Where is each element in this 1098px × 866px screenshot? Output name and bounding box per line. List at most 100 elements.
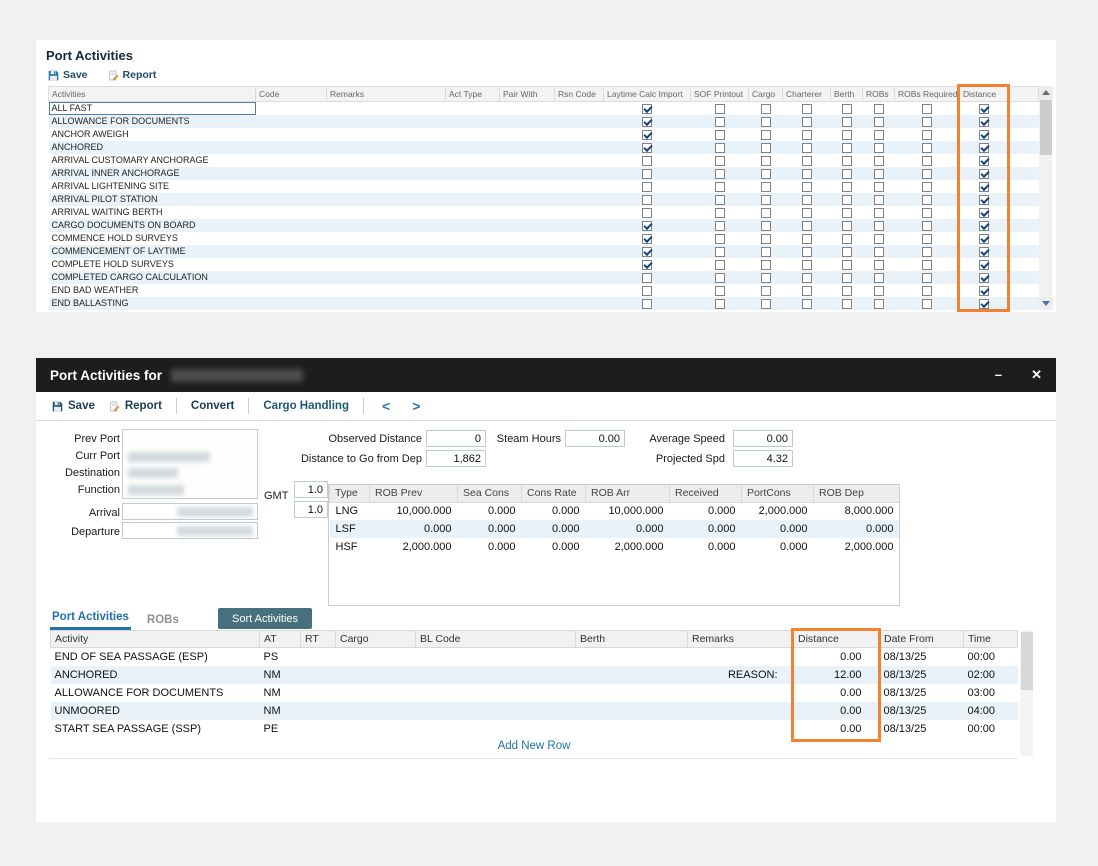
cell-empty[interactable] <box>256 154 327 167</box>
checkbox-robs[interactable] <box>874 286 884 296</box>
cell-activity[interactable]: ALLOWANCE FOR DOCUMENTS <box>49 115 256 128</box>
cell-at[interactable]: PE <box>260 720 301 738</box>
cell-empty[interactable] <box>327 193 446 206</box>
cell-empty[interactable] <box>446 245 500 258</box>
checkbox-cargo[interactable] <box>761 117 771 127</box>
checkbox-berth[interactable] <box>842 260 852 270</box>
cell-cargo[interactable] <box>336 684 416 702</box>
cell-empty[interactable] <box>446 219 500 232</box>
cell-empty[interactable] <box>555 297 604 310</box>
checkbox-berth[interactable] <box>842 273 852 283</box>
minimize-button[interactable]: – <box>995 367 1002 383</box>
distance-to-go-field[interactable]: 1,862 <box>426 450 486 467</box>
cell-cargo[interactable] <box>336 720 416 738</box>
cell-fuel-value[interactable]: 10,000.000 <box>370 502 458 520</box>
cell-distance[interactable]: 0.00 <box>794 648 880 666</box>
checkbox-sof-printout[interactable] <box>715 195 725 205</box>
cell-activity[interactable]: ANCHORED <box>51 666 260 684</box>
cell-distance[interactable]: 12.00 <box>794 666 880 684</box>
checkbox-berth[interactable] <box>842 117 852 127</box>
checkbox-distance[interactable] <box>979 130 989 140</box>
cell-empty[interactable] <box>500 154 555 167</box>
checkbox-charterer[interactable] <box>802 182 812 192</box>
checkbox-laytime-calc-import[interactable] <box>642 221 652 231</box>
checkbox-distance[interactable] <box>979 156 989 166</box>
checkbox-robs[interactable] <box>874 299 884 309</box>
cell-empty[interactable] <box>446 284 500 297</box>
cell-fuel-value[interactable]: 0.000 <box>670 538 742 556</box>
cell-distance[interactable]: 0.00 <box>794 702 880 720</box>
activity-row[interactable]: UNMOOREDNM0.0008/13/2504:00 <box>51 702 1018 720</box>
rob-column-header[interactable]: Type <box>330 485 370 502</box>
checkbox-robs[interactable] <box>874 234 884 244</box>
cell-fuel-value[interactable]: 0.000 <box>522 538 586 556</box>
activities-column-header[interactable]: RT <box>301 631 336 648</box>
cell-rt[interactable] <box>301 648 336 666</box>
checkbox-robs-required[interactable] <box>922 221 932 231</box>
activities-column-header[interactable]: Cargo <box>336 631 416 648</box>
checkbox-distance[interactable] <box>979 260 989 270</box>
checkbox-robs-required[interactable] <box>922 117 932 127</box>
checkbox-distance[interactable] <box>979 234 989 244</box>
checkbox-robs[interactable] <box>874 117 884 127</box>
cell-empty[interactable] <box>500 271 555 284</box>
rob-row[interactable]: LSF0.0000.0000.0000.0000.0000.0000.000 <box>330 520 900 538</box>
cell-empty[interactable] <box>446 193 500 206</box>
cell-berth[interactable] <box>576 666 688 684</box>
activity-row[interactable]: ANCHOR AWEIGH <box>49 128 1039 141</box>
cell-fuel-type[interactable]: HSF <box>330 538 370 556</box>
rob-column-header[interactable]: Cons Rate <box>522 485 586 502</box>
cell-fuel-value[interactable]: 0.000 <box>742 520 814 538</box>
cell-fuel-value[interactable]: 2,000.000 <box>742 502 814 520</box>
save-button[interactable]: Save <box>52 400 95 412</box>
cell-empty[interactable] <box>500 245 555 258</box>
checkbox-sof-printout[interactable] <box>715 234 725 244</box>
activity-row[interactable]: ARRIVAL CUSTOMARY ANCHORAGE <box>49 154 1039 167</box>
column-header[interactable]: Berth <box>831 87 863 102</box>
checkbox-laytime-calc-import[interactable] <box>642 195 652 205</box>
cell-fuel-value[interactable]: 10,000.000 <box>586 502 670 520</box>
checkbox-berth[interactable] <box>842 182 852 192</box>
cell-empty[interactable] <box>256 284 327 297</box>
cell-fuel-value[interactable]: 0.000 <box>522 520 586 538</box>
cell-fuel-value[interactable]: 0.000 <box>370 520 458 538</box>
save-button[interactable]: Save <box>48 69 88 81</box>
cell-empty[interactable] <box>500 232 555 245</box>
cell-empty[interactable] <box>327 206 446 219</box>
checkbox-cargo[interactable] <box>761 234 771 244</box>
column-header[interactable]: Pair With <box>500 87 555 102</box>
activity-row[interactable]: CARGO DOCUMENTS ON BOARD <box>49 219 1039 232</box>
activity-row[interactable]: ALLOWANCE FOR DOCUMENTS <box>49 115 1039 128</box>
cell-activity[interactable]: ARRIVAL PILOT STATION <box>49 193 256 206</box>
checkbox-robs[interactable] <box>874 273 884 283</box>
cell-activity[interactable]: END BAD WEATHER <box>49 284 256 297</box>
column-header[interactable]: SOF Printout <box>691 87 749 102</box>
checkbox-charterer[interactable] <box>802 130 812 140</box>
cell-empty[interactable] <box>555 219 604 232</box>
activity-row[interactable]: END BAD WEATHER <box>49 284 1039 297</box>
checkbox-robs-required[interactable] <box>922 299 932 309</box>
column-header[interactable]: ROBs Required <box>895 87 960 102</box>
cell-fuel-value[interactable]: 0.000 <box>458 538 522 556</box>
checkbox-charterer[interactable] <box>802 143 812 153</box>
activity-row[interactable]: ALLOWANCE FOR DOCUMENTSNM0.0008/13/2503:… <box>51 684 1018 702</box>
activity-row[interactable]: COMMENCE HOLD SURVEYS <box>49 232 1039 245</box>
cell-empty[interactable] <box>327 102 446 116</box>
cell-empty[interactable] <box>327 167 446 180</box>
convert-button[interactable]: Convert <box>191 400 234 412</box>
checkbox-laytime-calc-import[interactable] <box>642 117 652 127</box>
cell-empty[interactable] <box>555 167 604 180</box>
checkbox-distance[interactable] <box>979 169 989 179</box>
checkbox-laytime-calc-import[interactable] <box>642 260 652 270</box>
checkbox-distance[interactable] <box>979 247 989 257</box>
cell-berth[interactable] <box>576 702 688 720</box>
cell-activity[interactable]: UNMOORED <box>51 702 260 720</box>
checkbox-charterer[interactable] <box>802 195 812 205</box>
column-header[interactable]: Rsn Code <box>555 87 604 102</box>
checkbox-sof-printout[interactable] <box>715 247 725 257</box>
checkbox-laytime-calc-import[interactable] <box>642 273 652 283</box>
checkbox-cargo[interactable] <box>761 104 771 114</box>
cell-empty[interactable] <box>446 180 500 193</box>
cell-remarks[interactable] <box>688 648 794 666</box>
checkbox-cargo[interactable] <box>761 273 771 283</box>
